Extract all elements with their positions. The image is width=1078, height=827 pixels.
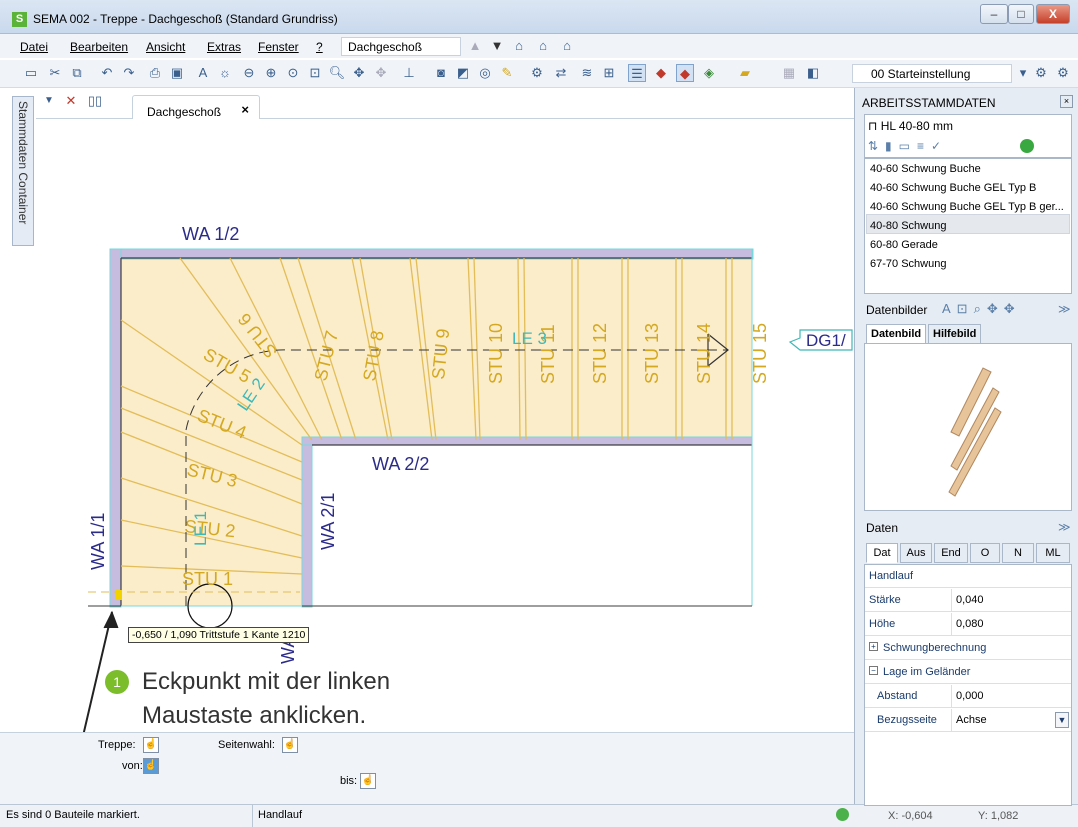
exit-marker-label: DG1/: [806, 331, 846, 350]
callout-number: 1: [105, 670, 129, 694]
dropdown-arrow-icon[interactable]: ▼: [1055, 712, 1069, 728]
list-items: 40-60 Schwung Buche 40-60 Schwung Buche …: [864, 158, 1072, 294]
settings2-icon[interactable]: ⚙: [1054, 64, 1072, 82]
tab-aus[interactable]: Aus: [900, 543, 932, 563]
collapse-icon[interactable]: ≫: [1058, 302, 1071, 316]
image-tool-icons[interactable]: A⊡⌕✥✥: [942, 301, 1021, 317]
tab-ml[interactable]: ML: [1036, 543, 1070, 563]
group-icon: ⊓: [868, 119, 881, 133]
handrail-profile-image: [948, 367, 1002, 497]
prop-row-hoehe[interactable]: Höhe 0,080: [865, 613, 1071, 636]
list-item[interactable]: 40-60 Schwung Buche: [870, 163, 981, 175]
handrail-group[interactable]: ⊓ HL 40-80 mm: [868, 119, 953, 133]
status-ok-icon: [836, 808, 849, 821]
wall-left: [109, 248, 122, 608]
prop-section-handlauf: Handlauf: [865, 565, 1071, 588]
tab-end[interactable]: End: [934, 543, 968, 563]
daten-header: Daten: [866, 521, 899, 535]
wall-label-wa21: WA 2/1: [318, 493, 338, 550]
panel-close-icon[interactable]: ×: [1060, 95, 1073, 108]
bezugsseite-select[interactable]: Achse: [956, 714, 987, 726]
step-label-13: STU 13: [642, 323, 662, 384]
list-item[interactable]: 60-80 Gerade: [870, 239, 938, 251]
seitenwahl-pick-button[interactable]: ☝: [282, 737, 298, 753]
settings-icon[interactable]: ⚙: [1032, 64, 1050, 82]
tab-n[interactable]: N: [1002, 543, 1034, 563]
wall-label-wa11: WA 1/1: [88, 513, 108, 570]
expand-icon[interactable]: +: [869, 642, 878, 651]
preset-select[interactable]: 00 Starteinstellung: [852, 64, 1012, 83]
walkline-label-3: LE 3: [512, 329, 547, 348]
status-mode: Handlauf: [258, 809, 303, 821]
coordinate-tooltip: -0,650 / 1,090 Trittstufe 1 Kante 1210: [128, 627, 310, 643]
wall-inner-vertical: [301, 436, 313, 608]
seitenwahl-label: Seitenwahl:: [218, 739, 275, 751]
minimize-button[interactable]: –: [980, 4, 1008, 24]
hoehe-value[interactable]: 0,080: [956, 618, 984, 630]
list-item[interactable]: 67-70 Schwung: [870, 258, 946, 270]
panel-title: ARBEITSSTAMMDATEN: [862, 96, 996, 110]
abstand-value[interactable]: 0,000: [956, 690, 984, 702]
datenbild-preview: [864, 343, 1072, 511]
list-item[interactable]: 40-60 Schwung Buche GEL Typ B: [870, 182, 1036, 194]
tab-datenbild[interactable]: Datenbild: [866, 324, 927, 344]
treppe-label: Treppe:: [98, 739, 136, 751]
list-item-selected[interactable]: 40-80 Schwung: [870, 220, 946, 232]
datenbilder-header: Datenbilder: [866, 303, 928, 317]
treppe-pick-button[interactable]: ☝: [143, 737, 159, 753]
callout-line2: Maustaste anklicken.: [142, 702, 367, 729]
prop-row-bezugsseite[interactable]: Bezugsseite Achse ▼: [865, 709, 1071, 732]
prop-group-lage[interactable]: Lage im Geländer −: [865, 661, 1071, 684]
von-label: von:: [122, 760, 143, 772]
tab-o[interactable]: O: [970, 543, 1000, 563]
prop-group-schwung[interactable]: Schwungberechnung +: [865, 637, 1071, 660]
property-grid: Handlauf Stärke 0,040 Höhe 0,080 Schwungbe…: [864, 564, 1072, 806]
prop-row-abstand[interactable]: Abstand 0,000: [865, 685, 1071, 708]
x-coordinate: X: -0,604: [888, 810, 933, 822]
close-window-button[interactable]: X: [1036, 4, 1070, 24]
step-label-1: STU 1: [182, 569, 233, 589]
step-label-12: STU 12: [590, 323, 610, 384]
daten-collapse-icon[interactable]: ≫: [1058, 520, 1071, 534]
staerke-value[interactable]: 0,040: [956, 594, 984, 606]
wall-label-wa12: WA 1/2: [182, 224, 239, 244]
y-coordinate: Y: 1,082: [978, 810, 1019, 822]
status-message: Es sind 0 Bauteile markiert.: [6, 809, 140, 821]
collapse-group-icon[interactable]: −: [869, 666, 878, 675]
walkline-label-1: LE 1: [191, 511, 210, 546]
prop-row-staerke[interactable]: Stärke 0,040: [865, 589, 1071, 612]
step-label-15: STU 15: [750, 323, 770, 384]
tab-dat[interactable]: Dat: [866, 543, 898, 563]
preset-dropdown-icon[interactable]: ▾: [1014, 64, 1032, 82]
von-pick-button[interactable]: ☝: [143, 758, 159, 774]
check-icon[interactable]: [1020, 139, 1034, 153]
step-label-10: STU 10: [486, 323, 506, 384]
callout-line1: Eckpunkt mit der linken: [142, 668, 391, 695]
panel-tool-icons[interactable]: ⇅▮▭≡✓: [868, 139, 948, 153]
maximize-button[interactable]: □: [1008, 4, 1034, 24]
stair-drawing[interactable]: DG1/ WA 1/2 WA 2/2 WA 1/1 WA 2/1 WA STU …: [0, 0, 854, 732]
bis-pick-button[interactable]: ☝: [360, 773, 376, 789]
list-item[interactable]: 40-60 Schwung Buche GEL Typ B ger...: [870, 201, 1064, 213]
step-label-14: STU 14: [694, 323, 714, 384]
wall-inner-horizontal: [301, 436, 753, 446]
wall-label-wa22: WA 2/2: [372, 454, 429, 474]
tab-hilfebild[interactable]: Hilfebild: [928, 324, 982, 344]
bis-label: bis:: [340, 775, 358, 787]
